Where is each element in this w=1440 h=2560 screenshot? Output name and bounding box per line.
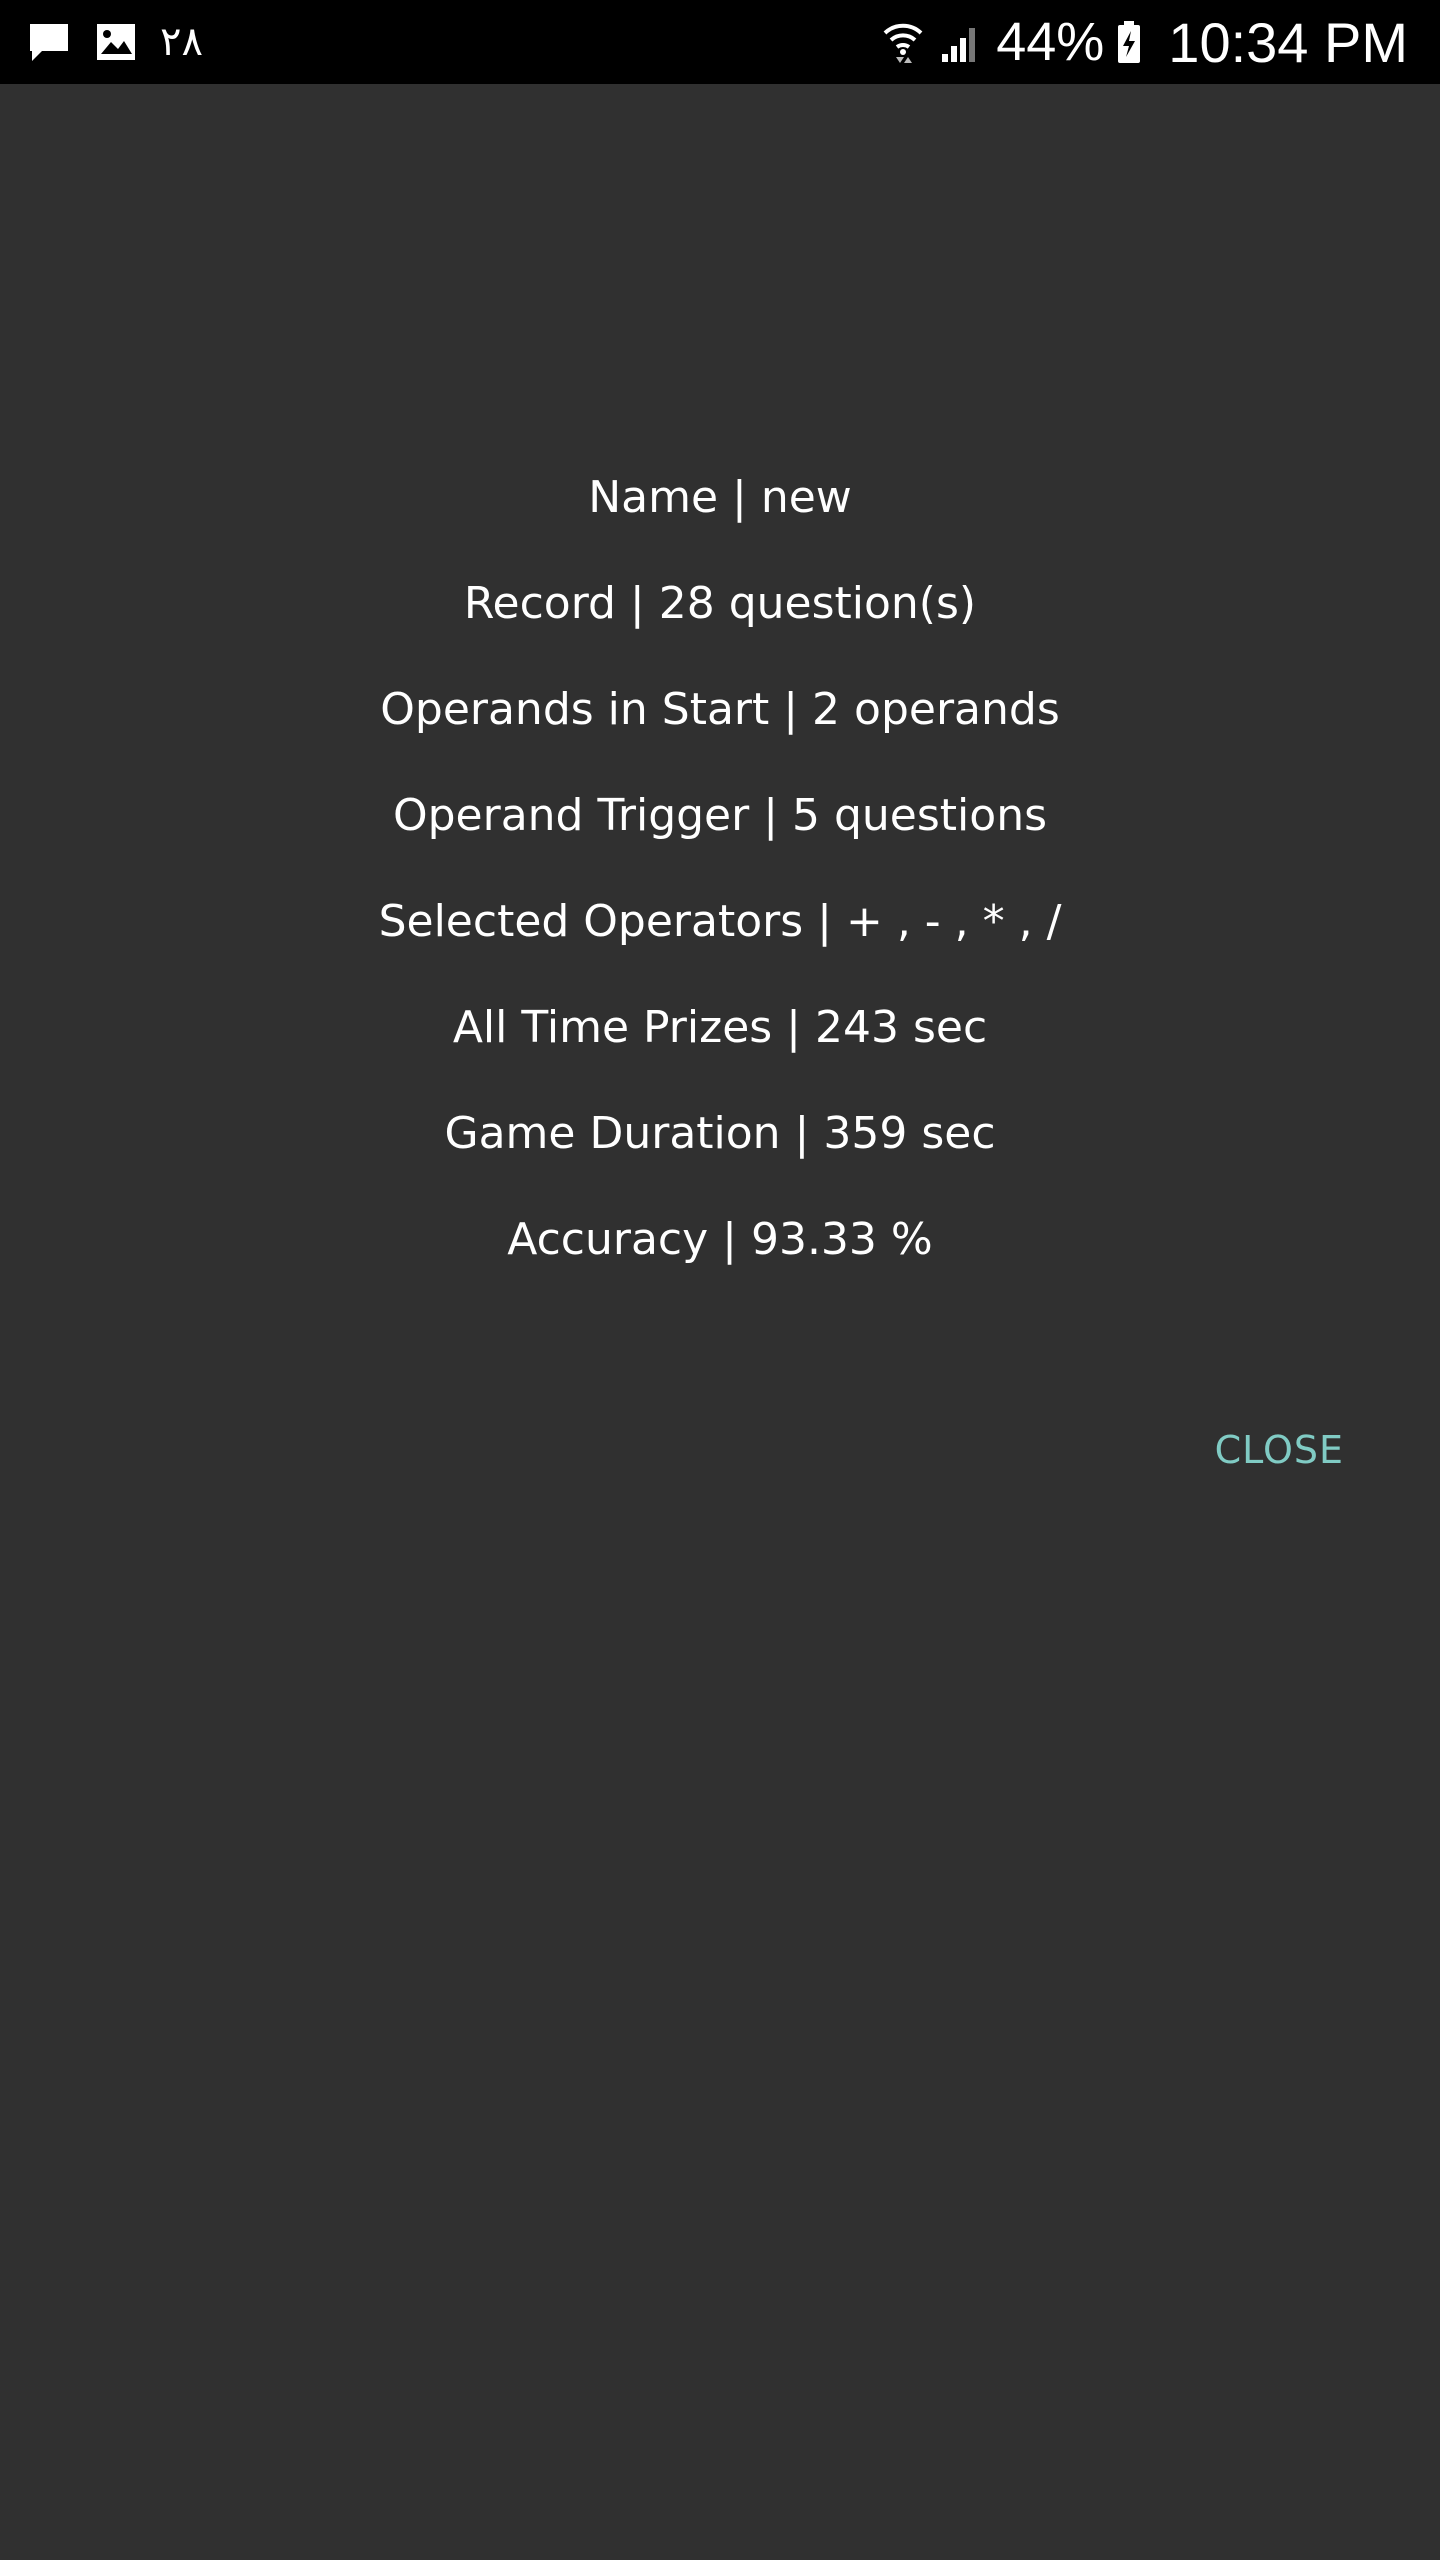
wifi-icon	[882, 19, 924, 65]
notification-count: ٢٨	[160, 19, 203, 65]
battery-percent: 44%	[996, 12, 1105, 72]
stat-name: Name | new	[588, 472, 852, 523]
message-icon	[26, 19, 72, 65]
clock: 10:34 PM	[1168, 10, 1408, 74]
battery-charging-icon	[1116, 19, 1142, 65]
stats-dialog: Name | new Record | 28 question(s) Opera…	[0, 84, 1440, 2560]
status-bar-left: ٢٨	[26, 0, 203, 84]
stat-operand-trigger: Operand Trigger | 5 questions	[392, 790, 1048, 841]
stat-all-time-prizes: All Time Prizes | 243 sec	[452, 1002, 988, 1053]
stat-operands-in-start: Operands in Start | 2 operands	[380, 684, 1060, 735]
image-icon	[94, 20, 138, 64]
close-button[interactable]: CLOSE	[1215, 1422, 1344, 1478]
status-bar: ٢٨ 44% 10:34 PM	[0, 0, 1440, 84]
status-bar-right: 44% 10:34 PM	[882, 0, 1408, 84]
stat-record: Record | 28 question(s)	[463, 578, 977, 629]
signal-icon	[938, 20, 982, 64]
stat-selected-operators: Selected Operators | + , - , * , /	[378, 896, 1062, 947]
stat-game-duration: Game Duration | 359 sec	[444, 1108, 996, 1159]
stat-accuracy: Accuracy | 93.33 %	[507, 1214, 933, 1265]
